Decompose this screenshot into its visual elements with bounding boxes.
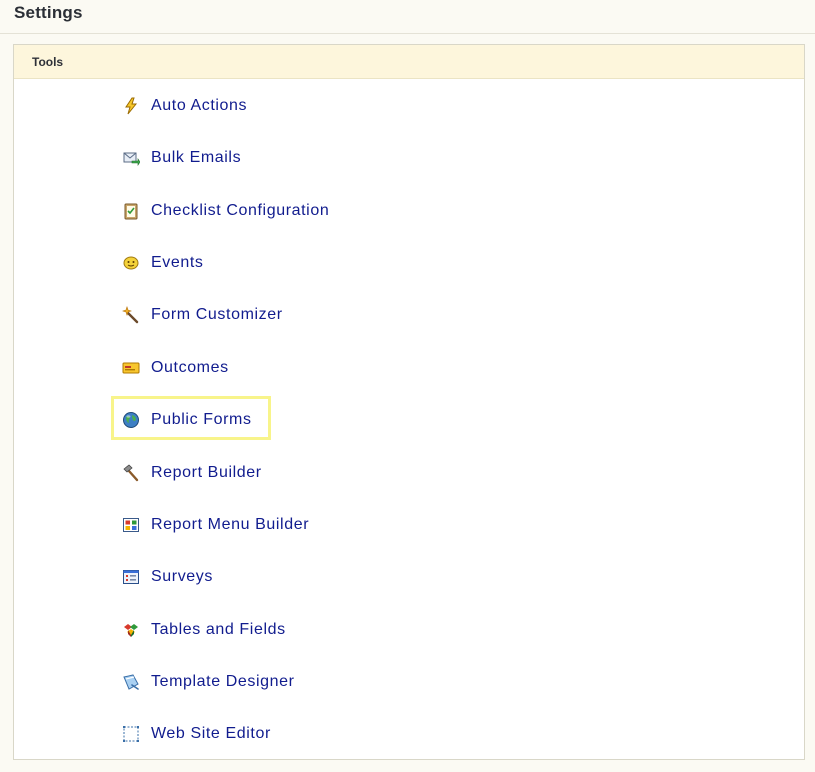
tool-item-label: Form Customizer bbox=[151, 306, 283, 323]
tool-item-label: Template Designer bbox=[151, 673, 295, 690]
tool-item-label: Tables and Fields bbox=[151, 621, 286, 638]
tool-item-outcomes[interactable]: Outcomes bbox=[122, 353, 229, 383]
globe-icon bbox=[122, 411, 140, 429]
tool-item-label: Auto Actions bbox=[151, 97, 248, 114]
survey-form-icon bbox=[122, 568, 140, 586]
tool-item-label: Report Builder bbox=[151, 464, 262, 481]
tool-item-label: Report Menu Builder bbox=[151, 516, 310, 533]
outcomes-card-icon bbox=[122, 359, 140, 377]
tool-item-tables-and-fields[interactable]: Tables and Fields bbox=[122, 615, 286, 645]
title-divider bbox=[0, 33, 815, 34]
tool-item-report-builder[interactable]: Report Builder bbox=[122, 458, 262, 488]
color-grid-menu-icon bbox=[122, 516, 140, 534]
tool-item-auto-actions[interactable]: Auto Actions bbox=[122, 91, 247, 121]
tables-fields-blocks-icon bbox=[122, 621, 140, 639]
hammer-icon bbox=[122, 464, 140, 482]
tool-item-checklist-configuration[interactable]: Checklist Configuration bbox=[122, 196, 329, 226]
tool-item-report-menu-builder[interactable]: Report Menu Builder bbox=[122, 510, 309, 540]
lightning-bolt-icon bbox=[122, 97, 140, 115]
bulk-email-icon bbox=[122, 149, 140, 167]
magic-wand-icon bbox=[122, 306, 140, 324]
tools-panel: Tools Auto Actions Bulk Emails Checklist… bbox=[13, 44, 805, 760]
tool-item-label: Bulk Emails bbox=[151, 149, 242, 166]
tool-item-bulk-emails[interactable]: Bulk Emails bbox=[122, 143, 241, 173]
tool-item-label: Checklist Configuration bbox=[151, 202, 330, 219]
tool-item-public-forms[interactable]: Public Forms bbox=[122, 405, 252, 435]
tool-item-label: Outcomes bbox=[151, 359, 229, 376]
tool-item-form-customizer[interactable]: Form Customizer bbox=[122, 300, 283, 330]
website-frame-icon bbox=[122, 725, 140, 743]
page-title: Settings bbox=[14, 3, 83, 22]
tool-item-label: Public Forms bbox=[151, 411, 252, 428]
tool-item-label: Events bbox=[151, 254, 204, 271]
tool-item-label: Surveys bbox=[151, 568, 213, 585]
events-smiley-icon bbox=[122, 254, 140, 272]
tool-item-template-designer[interactable]: Template Designer bbox=[122, 667, 295, 697]
tool-item-events[interactable]: Events bbox=[122, 248, 204, 278]
tools-panel-header: Tools bbox=[14, 45, 804, 79]
template-brush-icon bbox=[122, 673, 140, 691]
tool-item-surveys[interactable]: Surveys bbox=[122, 562, 213, 592]
tool-item-label: Web Site Editor bbox=[151, 725, 271, 742]
checklist-clipboard-icon bbox=[122, 202, 140, 220]
tool-item-web-site-editor[interactable]: Web Site Editor bbox=[122, 719, 271, 749]
